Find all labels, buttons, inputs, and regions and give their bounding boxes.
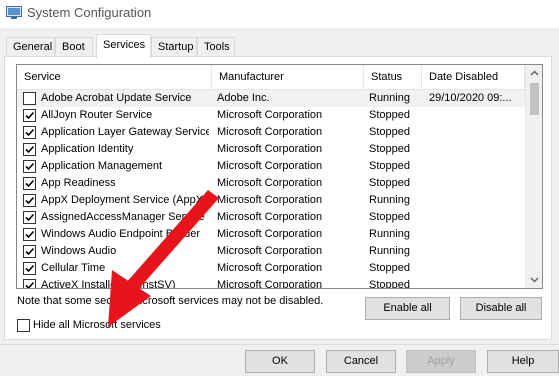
hide-microsoft-services-label[interactable]: Hide all Microsoft services xyxy=(33,319,161,331)
help-button[interactable]: Help xyxy=(487,350,559,373)
table-row[interactable]: App Readiness Microsoft Corporation Stoppe… xyxy=(17,175,525,192)
service-name-cell: Application Identity xyxy=(41,143,134,155)
service-name-cell: App Readiness xyxy=(41,177,116,189)
tab-strip: General Boot Services Startup Tools xyxy=(0,28,559,58)
service-checkbox-checked[interactable] xyxy=(23,245,36,258)
status-cell: Stopped xyxy=(369,109,410,121)
column-header-manufacturer[interactable]: Manufacturer xyxy=(212,65,364,90)
tab-general[interactable]: General xyxy=(6,37,55,57)
tab-services[interactable]: Services xyxy=(96,34,151,58)
manufacturer-cell: Microsoft Corporation xyxy=(217,245,323,257)
service-checkbox-checked[interactable] xyxy=(23,194,36,207)
service-checkbox-checked[interactable] xyxy=(23,177,36,190)
secure-services-note: Note that some secure Microsoft services… xyxy=(17,295,324,307)
service-name-cell: ActiveX Installer (AxInstSV) xyxy=(41,279,176,289)
service-checkbox-checked[interactable] xyxy=(23,279,36,288)
tab-label: Services xyxy=(103,39,146,51)
table-row[interactable]: Adobe Acrobat Update Service Adobe Inc. Ru… xyxy=(17,90,525,107)
table-row[interactable]: Application Layer Gateway Service Microso… xyxy=(17,124,525,141)
ok-button[interactable]: OK xyxy=(245,350,315,373)
tab-label: Boot xyxy=(62,41,85,53)
service-name-cell: Adobe Acrobat Update Service xyxy=(41,92,192,104)
manufacturer-cell: Microsoft Corporation xyxy=(217,228,323,240)
manufacturer-cell: Microsoft Corporation xyxy=(217,143,323,155)
status-cell: Stopped xyxy=(369,126,410,138)
divider xyxy=(0,344,559,345)
service-checkbox[interactable] xyxy=(23,92,36,105)
tab-label: Tools xyxy=(204,41,230,53)
service-checkbox-checked[interactable] xyxy=(23,126,36,139)
tab-startup[interactable]: Startup xyxy=(151,37,197,57)
status-cell: Running xyxy=(369,228,410,240)
enable-all-button[interactable]: Enable all xyxy=(365,297,450,320)
disable-all-button[interactable]: Disable all xyxy=(460,297,542,320)
manufacturer-cell: Microsoft Corporation xyxy=(217,279,323,289)
column-header-status[interactable]: Status xyxy=(364,65,422,90)
service-checkbox-checked[interactable] xyxy=(23,143,36,156)
table-row[interactable]: Windows Audio Endpoint Builder Microsoft … xyxy=(17,226,525,243)
column-header-date-disabled[interactable]: Date Disabled xyxy=(422,65,525,90)
manufacturer-cell: Adobe Inc. xyxy=(217,92,270,104)
tab-boot[interactable]: Boot xyxy=(55,37,93,57)
status-cell: Running xyxy=(369,194,410,206)
service-name-cell: Application Management xyxy=(41,160,163,172)
table-row[interactable]: AssignedAccessManager Service Microsoft C… xyxy=(17,209,525,226)
window-title: System Configuration xyxy=(27,5,152,20)
vertical-scrollbar[interactable] xyxy=(525,65,542,288)
status-cell: Stopped xyxy=(369,143,410,155)
service-checkbox-checked[interactable] xyxy=(23,262,36,275)
service-checkbox-checked[interactable] xyxy=(23,109,36,122)
service-checkbox-checked[interactable] xyxy=(23,228,36,241)
table-row[interactable]: Application Identity Microsoft Corporatio… xyxy=(17,141,525,158)
apply-button[interactable]: Apply xyxy=(406,350,476,373)
tab-label: Startup xyxy=(158,41,194,53)
status-cell: Stopped xyxy=(369,262,410,274)
service-checkbox-checked[interactable] xyxy=(23,160,36,173)
scroll-up-icon[interactable] xyxy=(526,65,542,82)
manufacturer-cell: Microsoft Corporation xyxy=(217,211,323,223)
list-body: Adobe Acrobat Update Service Adobe Inc. Ru… xyxy=(17,90,525,289)
hide-microsoft-services-checkbox[interactable] xyxy=(17,319,30,332)
status-cell: Stopped xyxy=(369,211,410,223)
service-checkbox-checked[interactable] xyxy=(23,211,36,224)
manufacturer-cell: Microsoft Corporation xyxy=(217,109,323,121)
services-list[interactable]: Service Manufacturer Status Date Disable… xyxy=(16,64,543,289)
table-row[interactable]: Windows Audio Microsoft Corporation Runnin… xyxy=(17,243,525,260)
manufacturer-cell: Microsoft Corporation xyxy=(217,177,323,189)
title-bar: System Configuration xyxy=(0,0,559,28)
manufacturer-cell: Microsoft Corporation xyxy=(217,262,323,274)
table-row[interactable]: Cellular Time Microsoft Corporation Stoppe… xyxy=(17,260,525,277)
service-name-cell: Windows Audio Endpoint Builder xyxy=(41,228,200,240)
cancel-button[interactable]: Cancel xyxy=(326,350,396,373)
status-cell: Stopped xyxy=(369,177,410,189)
msconfig-icon xyxy=(6,6,22,19)
table-row[interactable]: Application Management Microsoft Corporat… xyxy=(17,158,525,175)
service-name-cell: AppX Deployment Service (AppX... xyxy=(41,194,209,206)
service-name-cell: AllJoyn Router Service xyxy=(41,109,153,121)
service-name-cell: Application Layer Gateway Service xyxy=(41,126,209,138)
table-row[interactable]: ActiveX Installer (AxInstSV) Microsoft Co… xyxy=(17,277,525,289)
status-cell: Stopped xyxy=(369,279,410,289)
column-header-service[interactable]: Service xyxy=(17,65,212,90)
manufacturer-cell: Microsoft Corporation xyxy=(217,194,323,206)
scroll-down-icon[interactable] xyxy=(526,271,542,288)
list-header: Service Manufacturer Status Date Disable… xyxy=(17,65,525,90)
tab-tools[interactable]: Tools xyxy=(197,37,235,57)
status-cell: Running xyxy=(369,92,410,104)
service-name-cell: AssignedAccessManager Service xyxy=(41,211,205,223)
service-name-cell: Windows Audio xyxy=(41,245,117,257)
status-cell: Running xyxy=(369,245,410,257)
manufacturer-cell: Microsoft Corporation xyxy=(217,126,323,138)
service-name-cell: Cellular Time xyxy=(41,262,106,274)
scroll-thumb[interactable] xyxy=(530,83,539,115)
table-row[interactable]: AppX Deployment Service (AppX... Microsof… xyxy=(17,192,525,209)
status-cell: Stopped xyxy=(369,160,410,172)
table-row[interactable]: AllJoyn Router Service Microsoft Corporat… xyxy=(17,107,525,124)
tab-label: General xyxy=(13,41,53,53)
manufacturer-cell: Microsoft Corporation xyxy=(217,160,323,172)
date-disabled-cell: 29/10/2020 09:... xyxy=(429,92,512,104)
